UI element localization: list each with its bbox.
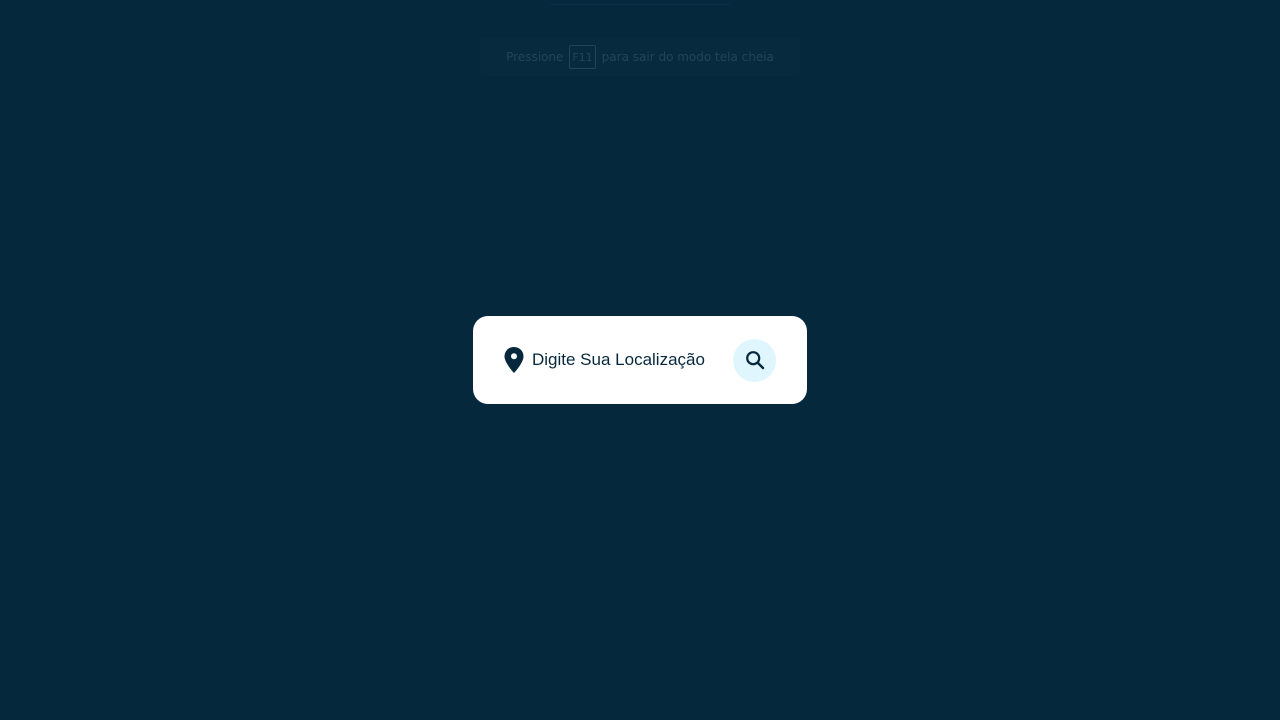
fullscreen-notice-prefix: Pressione [506,50,564,64]
location-search-input[interactable] [532,347,732,373]
app-page: Pressione F11 para sair do modo tela che… [0,0,1280,720]
map-pin-icon [503,347,525,373]
fullscreen-notice-suffix: para sair do modo tela cheia [601,50,774,64]
search-button[interactable] [733,338,776,382]
search-icon [745,350,765,370]
fullscreen-key-badge: F11 [569,45,596,69]
search-box [473,316,807,404]
top-divider [550,4,730,5]
fullscreen-notice: Pressione F11 para sair do modo tela che… [480,38,800,76]
